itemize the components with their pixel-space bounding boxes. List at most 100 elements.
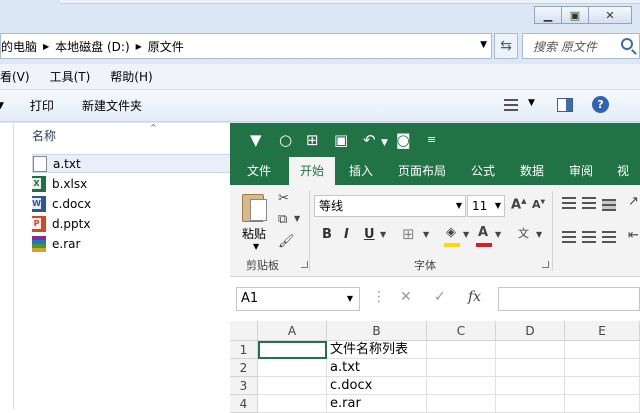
- chevron-down-icon[interactable]: ▼: [381, 135, 388, 151]
- formula-input[interactable]: [498, 287, 640, 311]
- tab-view[interactable]: 视图: [606, 157, 640, 206]
- tab-data[interactable]: 数据: [509, 157, 555, 185]
- file-row-b-xlsx[interactable]: X b.xlsx: [32, 174, 242, 193]
- chevron-down-icon[interactable]: ▼: [480, 40, 487, 50]
- align-right-icon[interactable]: [602, 231, 616, 243]
- insert-function-icon[interactable]: fx: [468, 289, 481, 305]
- column-header-a[interactable]: A: [258, 321, 327, 341]
- chevron-down-icon[interactable]: ▼: [528, 98, 535, 108]
- cell-c4[interactable]: [427, 395, 496, 413]
- cell-d1[interactable]: [496, 341, 565, 359]
- cell-a3[interactable]: [258, 377, 327, 395]
- tab-home[interactable]: 开始: [289, 157, 336, 185]
- menu-tools[interactable]: 工具(T): [50, 68, 91, 85]
- chevron-down-icon[interactable]: ▼: [456, 196, 462, 216]
- breadcrumb-computer[interactable]: 的电脑: [1, 38, 37, 55]
- file-row-c-docx[interactable]: W c.docx: [32, 194, 242, 213]
- chevron-down-icon[interactable]: ▼: [0, 101, 4, 111]
- orientation-icon[interactable]: ↗: [628, 194, 639, 209]
- cell-a1[interactable]: [258, 341, 327, 359]
- file-row-e-rar[interactable]: e.rar: [32, 234, 242, 253]
- chevron-down-icon[interactable]: ▼: [347, 288, 353, 310]
- camera-icon[interactable]: ◙: [396, 132, 411, 148]
- cell-d2[interactable]: [496, 359, 565, 377]
- cell-b3[interactable]: c.docx: [327, 377, 427, 395]
- align-bottom-icon[interactable]: [602, 199, 616, 211]
- row-header-1[interactable]: 1: [230, 341, 258, 359]
- undo-icon[interactable]: ↶: [363, 132, 376, 148]
- chevron-down-icon[interactable]: ▼: [463, 230, 469, 239]
- paste-button[interactable]: 粘贴: [242, 225, 266, 242]
- column-header-c[interactable]: C: [427, 321, 496, 341]
- new-folder-button[interactable]: 新建文件夹: [82, 97, 142, 114]
- row-header-2[interactable]: 2: [230, 359, 258, 377]
- enter-icon[interactable]: ✓: [434, 289, 446, 305]
- cut-icon[interactable]: ✂: [278, 191, 289, 206]
- print-button[interactable]: 打印: [30, 97, 54, 114]
- chevron-right-icon[interactable]: ▶: [43, 42, 49, 51]
- dialog-launcher-icon[interactable]: [542, 261, 549, 268]
- borders-icon[interactable]: ⊞: [402, 225, 415, 243]
- cell-b2[interactable]: a.txt: [327, 359, 427, 377]
- decrease-font-icon[interactable]: A▼: [532, 198, 545, 211]
- cell-c2[interactable]: [427, 359, 496, 377]
- font-size-select[interactable]: 11 ▼: [467, 195, 505, 217]
- menu-view[interactable]: 看(V): [0, 68, 30, 85]
- address-bar[interactable]: 的电脑 ▶ 本地磁盘 (D:) ▶ 原文件 ▼: [0, 33, 492, 59]
- cell-b4[interactable]: e.rar: [327, 395, 427, 413]
- bold-button[interactable]: B: [322, 227, 332, 242]
- cell-e2[interactable]: [565, 359, 640, 377]
- chevron-down-icon[interactable]: ▼: [253, 242, 259, 251]
- tab-file[interactable]: 文件: [236, 157, 282, 185]
- italic-button[interactable]: I: [344, 227, 349, 242]
- format-painter-icon[interactable]: 🖌: [278, 234, 295, 249]
- customize-toolbar-icon[interactable]: ≡: [427, 132, 436, 148]
- refresh-button[interactable]: ⇆: [494, 33, 518, 59]
- tab-page-layout[interactable]: 页面布局: [387, 157, 457, 185]
- search-input[interactable]: 搜索 原文件: [522, 33, 640, 59]
- cell-b1[interactable]: 文件名称列表: [327, 341, 427, 359]
- chevron-right-icon[interactable]: ▶: [136, 42, 142, 51]
- chevron-down-icon[interactable]: ▼: [495, 196, 501, 216]
- row-header-4[interactable]: 4: [230, 395, 258, 413]
- dialog-launcher-icon[interactable]: [301, 261, 308, 268]
- cell-e1[interactable]: [565, 341, 640, 359]
- breadcrumb-drive[interactable]: 本地磁盘 (D:): [55, 38, 129, 55]
- menu-help[interactable]: 帮助(H): [110, 68, 152, 85]
- help-icon[interactable]: ?: [592, 96, 609, 113]
- underline-button[interactable]: U: [364, 227, 375, 242]
- column-header-name[interactable]: 名称: [32, 127, 56, 144]
- navigation-pane[interactable]: [0, 123, 14, 409]
- increase-font-icon[interactable]: A▲: [511, 197, 526, 212]
- cell-c1[interactable]: [427, 341, 496, 359]
- chevron-down-icon[interactable]: ▼: [380, 230, 386, 239]
- column-header-d[interactable]: D: [496, 321, 565, 341]
- select-all-corner[interactable]: [230, 321, 258, 341]
- pivot-icon[interactable]: ⊞: [306, 132, 319, 148]
- close-button[interactable]: ✕: [588, 6, 632, 24]
- copy-icon[interactable]: ⧉: [278, 212, 287, 227]
- column-header-e[interactable]: E: [565, 321, 640, 341]
- breadcrumb-folder[interactable]: 原文件: [148, 38, 184, 55]
- phonetic-guide-icon[interactable]: 文: [518, 225, 529, 241]
- preview-pane-icon[interactable]: [557, 98, 573, 112]
- chevron-down-icon[interactable]: ▼: [423, 230, 429, 239]
- cell-e3[interactable]: [565, 377, 640, 395]
- chevron-down-icon[interactable]: ▼: [536, 230, 542, 239]
- maximize-button[interactable]: ▣: [561, 6, 589, 24]
- cell-c3[interactable]: [427, 377, 496, 395]
- view-options-icon[interactable]: [504, 99, 518, 111]
- align-left-icon[interactable]: [562, 231, 576, 243]
- name-box[interactable]: A1 ▼: [236, 287, 360, 311]
- font-name-select[interactable]: 等线 ▼: [314, 195, 466, 217]
- tab-insert[interactable]: 插入: [338, 157, 384, 185]
- cell-a2[interactable]: [258, 359, 327, 377]
- align-top-icon[interactable]: [562, 197, 576, 209]
- fill-color-icon[interactable]: ◈: [446, 225, 456, 240]
- cell-d3[interactable]: [496, 377, 565, 395]
- align-middle-icon[interactable]: [582, 197, 596, 209]
- cell-d4[interactable]: [496, 395, 565, 413]
- cell-a4[interactable]: [258, 395, 327, 413]
- minimize-button[interactable]: ▁: [534, 6, 562, 24]
- font-color-icon[interactable]: A: [478, 225, 488, 240]
